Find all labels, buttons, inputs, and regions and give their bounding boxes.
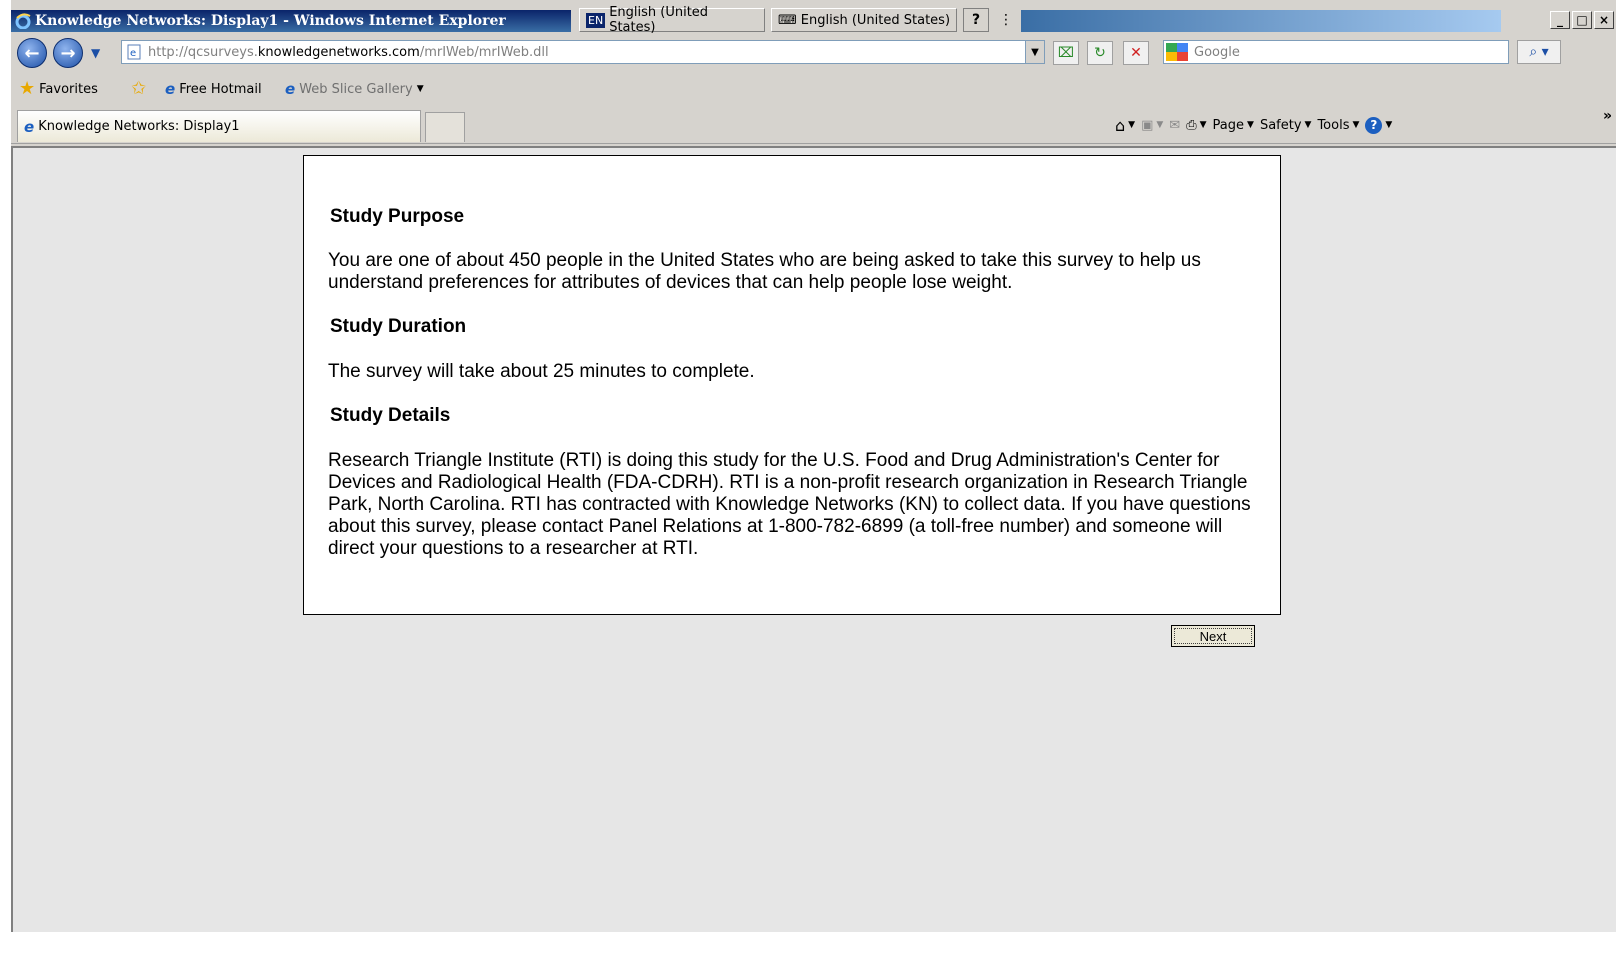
search-box[interactable]: Google	[1163, 40, 1509, 64]
keyboard-layout-label: English (United States)	[800, 12, 951, 28]
url-host: knowledgenetworks.com	[257, 44, 420, 60]
chevron-down-icon: ▼	[1247, 120, 1254, 130]
chevron-down-icon: ▼	[1304, 120, 1312, 130]
feeds-icon: ▣	[1141, 117, 1154, 133]
favorite-web-slice-gallery[interactable]: e Web Slice Gallery ▼	[285, 80, 424, 98]
next-button[interactable]: Next	[1171, 625, 1255, 647]
help-icon: ?	[1365, 116, 1383, 134]
language-tag: EN	[586, 12, 606, 28]
study-details-heading: Study Details	[330, 405, 451, 426]
page-menu-label: Page	[1212, 117, 1245, 133]
ie-logo-icon	[15, 13, 31, 29]
browser-window: Knowledge Networks: Display1 - Windows I…	[11, 0, 1616, 961]
study-details-text: Research Triangle Institute (RTI) is doi…	[328, 450, 1251, 559]
study-duration-heading: Study Duration	[330, 316, 467, 337]
tab-bar: e Knowledge Networks: Display1 ⌂ ▼ ▣ ▼ ✉ ⎙…	[11, 108, 1616, 144]
safety-menu-label: Safety	[1259, 117, 1302, 133]
safety-menu[interactable]: Safety ▼	[1260, 118, 1312, 133]
language-bar-help-icon[interactable]: ?	[963, 8, 989, 32]
title-bar: Knowledge Networks: Display1 - Windows I…	[11, 5, 1616, 35]
favorites-label: Favorites	[39, 81, 98, 97]
address-bar[interactable]: e http://qcsurveys. knowledgenetworks.com…	[121, 40, 1045, 64]
tab-knowledge-networks[interactable]: e Knowledge Networks: Display1	[17, 110, 421, 142]
search-button[interactable]: ⌕ ▾	[1517, 40, 1561, 64]
mail-icon: ✉	[1169, 117, 1181, 133]
chevron-down-icon: ▼	[1128, 120, 1136, 130]
arrow-right-icon: →	[60, 42, 76, 64]
page-icon: e	[127, 44, 141, 60]
tools-menu[interactable]: Tools ▼	[1317, 118, 1359, 133]
status-area	[0, 932, 1616, 961]
home-button[interactable]: ⌂ ▼	[1115, 116, 1135, 135]
title-bar-gradient	[1021, 10, 1501, 32]
command-bar: ⌂ ▼ ▣ ▼ ✉ ⎙ ▼ Page ▼ Safety ▼ Tools ▼ ? ▼	[1115, 112, 1392, 138]
add-favorite-icon: ✩	[131, 78, 147, 99]
printer-icon: ⎙	[1186, 117, 1197, 133]
tools-menu-label: Tools	[1317, 117, 1350, 133]
page-menu[interactable]: Page ▼	[1213, 118, 1254, 133]
navigation-bar: ← → ▼ e http://qcsurveys. knowledgenetwor…	[11, 36, 1616, 70]
favorites-star-icon: ★	[19, 78, 36, 99]
help-menu[interactable]: ? ▼	[1365, 116, 1393, 134]
maximize-button[interactable]: □	[1572, 11, 1592, 29]
chevron-down-icon: ▼	[1352, 120, 1360, 130]
recent-pages-dropdown[interactable]: ▼	[91, 46, 100, 60]
close-button[interactable]: ×	[1594, 11, 1614, 29]
stop-button[interactable]: ✕	[1123, 41, 1149, 65]
study-purpose-heading: Study Purpose	[330, 206, 465, 227]
refresh-icon: ↻	[1094, 45, 1106, 61]
read-mail-button[interactable]: ✉	[1169, 118, 1180, 133]
chevron-down-icon: ▼	[1385, 120, 1393, 130]
ie-page-icon: e	[285, 80, 296, 98]
window-title: Knowledge Networks: Display1 - Windows I…	[35, 13, 506, 29]
web-slice-gallery-label: Web Slice Gallery	[299, 81, 413, 97]
ie-page-icon: e	[165, 80, 176, 98]
arrow-left-icon: ←	[24, 42, 40, 64]
google-logo-icon	[1166, 43, 1188, 61]
keyboard-icon: ⌨	[778, 12, 797, 28]
keyboard-layout-indicator[interactable]: ⌨ English (United States)	[771, 8, 957, 32]
favorites-bar: ★ Favorites ✩ e Free Hotmail e Web Slice…	[11, 74, 1616, 106]
back-button[interactable]: ←	[17, 38, 47, 68]
compatibility-icon: ⌧	[1057, 45, 1075, 61]
search-placeholder: Google	[1194, 44, 1240, 60]
url-path: /mrIWeb/mrIWeb.dll	[419, 44, 549, 60]
language-indicator[interactable]: EN English (United States)	[579, 5, 765, 35]
new-tab-button[interactable]	[425, 112, 465, 142]
print-button[interactable]: ⎙ ▼	[1186, 118, 1206, 133]
favorite-free-hotmail[interactable]: e Free Hotmail	[165, 80, 262, 98]
study-purpose-text: You are one of about 450 people in the U…	[328, 250, 1201, 293]
add-to-favorites-bar-button[interactable]: ✩	[131, 80, 146, 98]
stop-icon: ✕	[1130, 45, 1142, 61]
study-duration-text: The survey will take about 25 minutes to…	[328, 361, 755, 382]
window-title-area[interactable]: Knowledge Networks: Display1 - Windows I…	[11, 10, 571, 32]
command-bar-overflow-icon[interactable]: »	[1603, 108, 1612, 124]
forward-button[interactable]: →	[53, 38, 83, 68]
refresh-button[interactable]: ↻	[1087, 41, 1113, 65]
compatibility-view-button[interactable]: ⌧	[1053, 41, 1079, 65]
language-bar-options-icon[interactable]: ⋮	[995, 8, 1017, 32]
chevron-down-icon: ▼	[416, 84, 424, 94]
window-controls: _ □ ×	[1550, 11, 1614, 29]
survey-panel: Study Purpose You are one of about 450 p…	[303, 155, 1281, 615]
minimize-button[interactable]: _	[1550, 11, 1570, 29]
ie-tab-icon: e	[24, 117, 35, 136]
favorites-button[interactable]: ★ Favorites	[19, 80, 98, 98]
chevron-down-icon: ▼	[1156, 120, 1164, 130]
tab-label: Knowledge Networks: Display1	[38, 119, 240, 134]
url-prefix: http://qcsurveys.	[148, 44, 258, 60]
free-hotmail-label: Free Hotmail	[179, 81, 262, 97]
page-viewport: Study Purpose You are one of about 450 p…	[11, 146, 1616, 932]
feeds-button[interactable]: ▣ ▼	[1141, 118, 1163, 133]
search-icon: ⌕ ▾	[1529, 44, 1549, 60]
chevron-down-icon: ▼	[1199, 120, 1207, 130]
home-icon: ⌂	[1115, 115, 1126, 135]
address-dropdown-button[interactable]: ▼	[1025, 41, 1044, 63]
language-label: English (United States)	[609, 5, 709, 35]
svg-text:e: e	[130, 48, 136, 59]
